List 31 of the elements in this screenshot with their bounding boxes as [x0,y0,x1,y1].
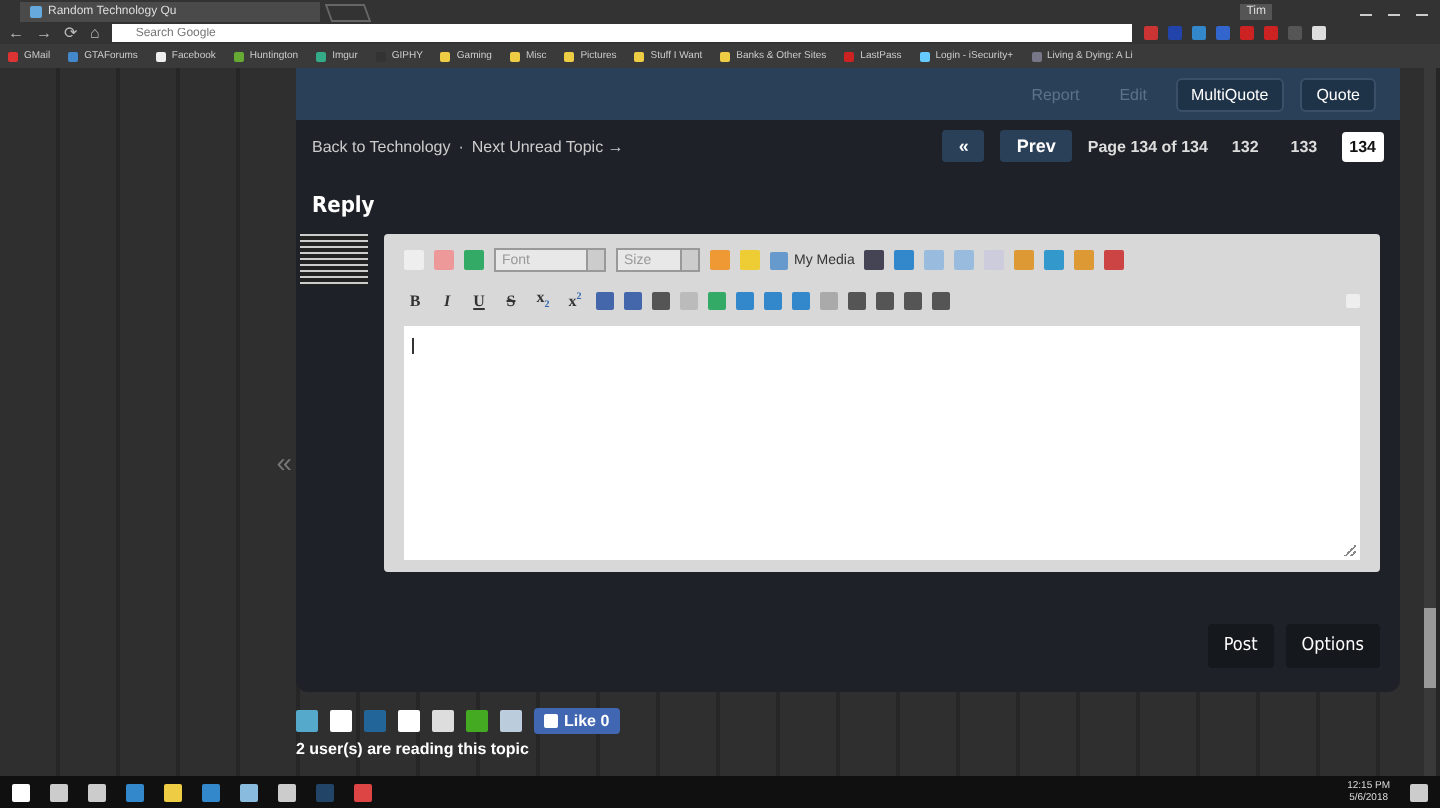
underline-button[interactable]: U [468,291,490,309]
superscript-button[interactable]: x$^{2}$ [564,291,586,309]
reload-icon[interactable]: ⟳ [64,24,78,42]
page-link[interactable]: 134 [1341,131,1384,161]
strikethrough-button[interactable]: S [500,291,522,309]
page-summary: Page 134 of 134 [1087,137,1208,155]
post-action-button[interactable]: Quote [1300,77,1376,111]
bold-button[interactable]: B [404,291,426,309]
resize-handle[interactable] [1344,544,1356,556]
readers-text: 2 user(s) are reading this topic [296,738,531,758]
prev-button[interactable]: Prev [1000,130,1072,162]
next-topic-link[interactable]: Next Unread Topic → [471,137,624,155]
home-icon[interactable]: ⌂ [90,24,100,42]
subscript-button[interactable]: x$_{2}$ [532,288,554,312]
page-link[interactable]: 132 [1223,131,1267,161]
back-link[interactable]: Back to Technology [312,137,451,155]
post-action-button[interactable]: MultiQuote [1175,77,1285,111]
form-button[interactable]: Post [1207,624,1274,668]
separator: · [458,137,464,155]
italic-button[interactable]: I [436,291,458,309]
scrollbar[interactable] [1424,68,1436,776]
message-field[interactable] [404,326,1360,560]
like-button[interactable]: Like 0 [534,708,620,734]
page-link[interactable]: 133 [1282,131,1326,161]
forward-icon[interactable]: → [36,24,52,42]
form-button[interactable]: Options [1285,624,1380,668]
reply-heading: Reply [310,190,377,222]
new-tab-button[interactable] [324,4,372,22]
avatar-flag [300,234,368,286]
back-icon[interactable]: ← [8,24,24,42]
first-page-button[interactable]: « [942,130,985,162]
